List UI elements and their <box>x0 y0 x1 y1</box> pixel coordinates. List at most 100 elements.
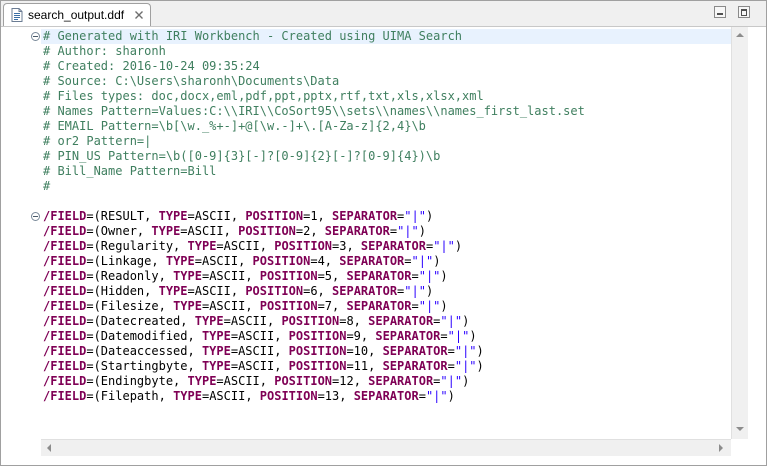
code-token: = <box>418 389 426 403</box>
code-token: # <box>43 179 51 193</box>
code-line: /FIELD=(Owner, TYPE=ASCII, POSITION=2, S… <box>43 224 426 239</box>
vertical-scrollbar[interactable] <box>731 27 748 439</box>
code-token: POSITION <box>274 239 333 253</box>
code-token: ) <box>433 254 441 268</box>
code-token: POSITION <box>288 344 347 358</box>
code-token: POSITION <box>245 209 304 223</box>
code-token: /FIELD <box>43 314 87 328</box>
code-line: # EMAIL Pattern=\b[\w._%+-]+@[\w.-]+\.[A… <box>43 119 426 134</box>
code-token: # Names Pattern=Values:C:\\IRI\\CoSort95… <box>43 104 585 118</box>
scroll-right-icon[interactable] <box>719 444 723 452</box>
code-token: "|" <box>440 374 463 388</box>
code-token: /FIELD <box>43 269 87 283</box>
code-token: =ASCII, <box>194 254 253 268</box>
code-token: = <box>440 329 448 343</box>
code-token: ) <box>425 284 434 298</box>
code-token: =ASCII, <box>230 359 289 373</box>
code-token: SEPARATOR <box>346 299 412 313</box>
code-token: /FIELD <box>43 224 87 238</box>
code-line: # Files types: doc,docx,eml,pdf,ppt,pptx… <box>43 89 484 104</box>
code-token: TYPE <box>187 239 217 253</box>
code-token: = <box>447 344 455 358</box>
code-line: /FIELD=(Hidden, TYPE=ASCII, POSITION=6, … <box>43 284 433 299</box>
code-token: /FIELD <box>43 284 87 298</box>
horizontal-scrollbar[interactable] <box>41 439 731 456</box>
code-line: /FIELD=(RESULT, TYPE=ASCII, POSITION=1, … <box>43 209 433 224</box>
code-token: SEPARATOR <box>360 239 426 253</box>
code-token: SEPARATOR <box>324 224 390 238</box>
code-token: /FIELD <box>43 239 87 253</box>
code-token: POSITION <box>259 299 318 313</box>
code-token: SEPARATOR <box>375 329 441 343</box>
code-token: =ASCII, <box>230 329 289 343</box>
scroll-up-icon[interactable] <box>736 33 744 37</box>
code-token: TYPE <box>201 359 231 373</box>
code-token: # EMAIL Pattern=\b[\w._%+-]+@[\w.-]+\.[A… <box>43 119 426 133</box>
code-line: # Created: 2016-10-24 09:35:24 <box>43 59 260 74</box>
code-token: =(Filepath, <box>86 389 174 403</box>
code-token: =10, <box>346 344 383 358</box>
close-icon[interactable] <box>134 10 144 20</box>
code-token: =ASCII, <box>223 314 282 328</box>
tab-label: search_output.ddf <box>28 8 125 22</box>
code-token: =(Endingbyte, <box>86 374 188 388</box>
code-token: =(Readonly, <box>86 269 174 283</box>
code-token: =11, <box>346 359 383 373</box>
minimize-icon[interactable] <box>714 6 726 18</box>
code-token: =8, <box>339 314 369 328</box>
code-token: =3, <box>332 239 361 253</box>
code-token: "|" <box>454 344 477 358</box>
code-token: TYPE <box>165 254 195 268</box>
code-token: /FIELD <box>43 374 87 388</box>
code-token: # or2 Pattern=| <box>43 134 152 148</box>
code-token: =9, <box>346 329 376 343</box>
code-token: TYPE <box>173 389 202 403</box>
code-token: "|" <box>397 224 419 238</box>
code-token: =12, <box>332 374 369 388</box>
tab-search-output[interactable]: search_output.ddf <box>3 3 151 26</box>
code-token: # Generated with IRI Workbench - Created… <box>43 29 463 43</box>
fold-collapse-icon[interactable] <box>31 212 40 221</box>
code-token: POSITION <box>252 254 311 268</box>
code-line: # Author: sharonh <box>43 44 166 59</box>
code-token: SEPARATOR <box>346 269 412 283</box>
code-token: "|" <box>425 389 448 403</box>
file-icon <box>11 8 23 22</box>
code-token: =ASCII, <box>216 374 275 388</box>
code-token: = <box>389 224 398 238</box>
scroll-left-icon[interactable] <box>47 444 51 452</box>
code-token: /FIELD <box>43 209 87 223</box>
editor-window: search_output.ddf # Generated with IRI W… <box>0 0 767 466</box>
fold-collapse-icon[interactable] <box>31 32 40 41</box>
code-token: =(Hidden, <box>86 284 159 298</box>
code-token: # Created: 2016-10-24 09:35:24 <box>43 59 260 73</box>
code-token: ) <box>476 359 484 373</box>
code-token: TYPE <box>173 299 202 313</box>
code-token: /FIELD <box>43 344 87 358</box>
code-token: = <box>404 254 412 268</box>
code-line: /FIELD=(Filepath, TYPE=ASCII, POSITION=1… <box>43 389 455 404</box>
code-token: SEPARATOR <box>368 314 434 328</box>
code-token: SEPARATOR <box>382 359 448 373</box>
scroll-down-icon[interactable] <box>736 427 744 431</box>
code-token: ) <box>447 389 455 403</box>
code-token: =(Owner, <box>86 224 152 238</box>
code-token: POSITION <box>281 314 340 328</box>
code-line: /FIELD=(Datecreated, TYPE=ASCII, POSITIO… <box>43 314 469 329</box>
maximize-icon[interactable] <box>738 6 750 18</box>
code-token: =(RESULT, <box>86 209 159 223</box>
code-line: /FIELD=(Readonly, TYPE=ASCII, POSITION=5… <box>43 269 448 284</box>
code-token: POSITION <box>288 359 347 373</box>
code-token: =(Linkage, <box>86 254 166 268</box>
code-token: POSITION <box>274 374 333 388</box>
code-token: TYPE <box>194 314 224 328</box>
code-token: =ASCII, <box>201 299 260 313</box>
code-token: ) <box>476 344 484 358</box>
code-token: /FIELD <box>43 389 87 403</box>
code-token: TYPE <box>158 209 188 223</box>
code-token: = <box>447 359 455 373</box>
code-token: =ASCII, <box>201 389 260 403</box>
code-token: "|" <box>418 269 441 283</box>
code-token: ) <box>454 239 463 253</box>
code-editor[interactable]: # Generated with IRI Workbench - Created… <box>41 29 731 439</box>
